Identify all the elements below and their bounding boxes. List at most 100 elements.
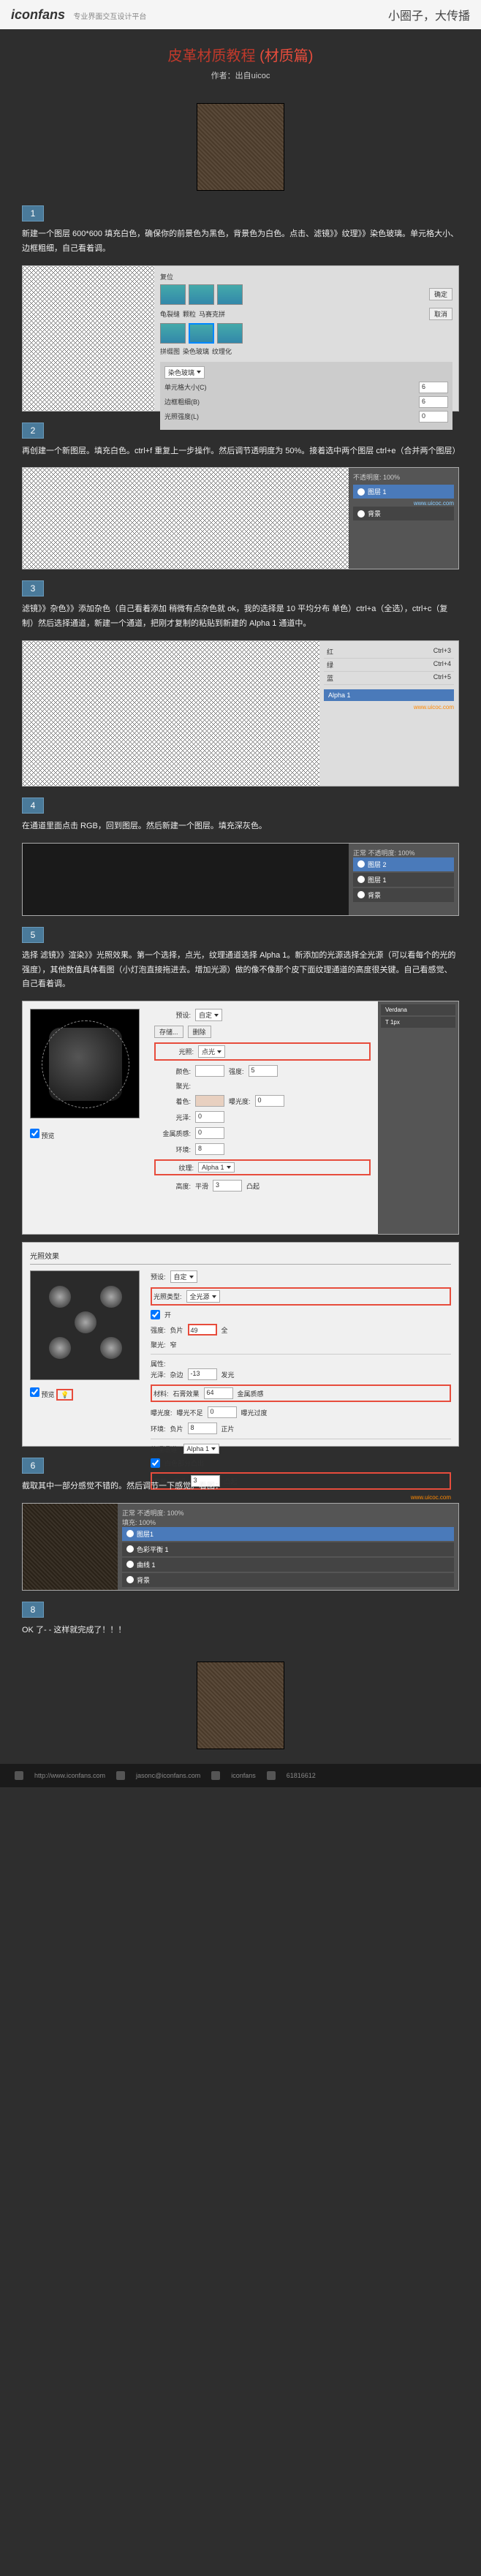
exposure-input[interactable]: 0 (208, 1406, 237, 1418)
footer-url[interactable]: http://www.iconfans.com (34, 1772, 105, 1779)
channel-item[interactable]: 蓝Ctrl+5 (324, 672, 454, 685)
step-2-badge: 2 (22, 423, 44, 439)
ok-button[interactable]: 确定 (429, 288, 452, 300)
eye-icon[interactable] (126, 1530, 134, 1537)
layer-row[interactable]: 背景 (353, 888, 454, 902)
layers-adjustments: 正常 不透明度: 100% 填充: 100% 图层1 色彩平衡 1 曲线 1 背… (118, 1504, 458, 1590)
alpha-channel[interactable]: Alpha 1 (324, 689, 454, 701)
exposure-label: 曝光度: (229, 1096, 251, 1106)
exposure-label: 曝光度: (151, 1408, 173, 1417)
light-source[interactable] (100, 1286, 122, 1308)
filter-thumb[interactable] (160, 323, 186, 344)
layers-panel: 正常 不透明度: 100% 图层 2 图层 1 背景 (349, 844, 458, 915)
preview-label: 预览 (42, 1132, 55, 1140)
save-button[interactable]: 存储... (154, 1026, 183, 1038)
mode-label[interactable]: 正常 (122, 1509, 135, 1517)
texture-dropdown[interactable]: Alpha 1 (198, 1162, 235, 1173)
layer-row[interactable]: 图层 1 (353, 873, 454, 887)
eye-icon[interactable] (126, 1561, 134, 1568)
height-input[interactable]: 3 (213, 1180, 242, 1192)
lighting-settings: 预设:自定 存储...删除 光照:点光 颜色:强度:5 聚光: 着色:曝光度:0… (147, 1001, 378, 1234)
light-intensity-input[interactable]: 0 (419, 411, 448, 423)
material-input[interactable]: 64 (204, 1387, 233, 1399)
on-label: 开 (164, 1310, 171, 1319)
title-section: 皮革材质教程 (材质篇) 作者：出自uicoc (0, 29, 481, 88)
channel-item[interactable]: 红Ctrl+3 (324, 645, 454, 659)
eye-icon[interactable] (357, 876, 365, 883)
layer-row[interactable]: 背景 (353, 507, 454, 520)
preview-checkbox[interactable] (30, 1129, 39, 1138)
light-type-dropdown[interactable]: 点光 (198, 1045, 225, 1058)
screenshot-5: 预览 预设:自定 存储...删除 光照:点光 颜色:强度:5 聚光: 着色:曝光… (22, 1001, 459, 1235)
adjustment-row[interactable]: 曲线 1 (122, 1558, 454, 1572)
eye-icon[interactable] (126, 1545, 134, 1553)
layer-row[interactable]: 图层1 (122, 1527, 454, 1541)
filter-thumb[interactable] (217, 323, 243, 344)
footer-weibo[interactable]: iconfans (231, 1772, 256, 1779)
filter-thumb[interactable] (189, 284, 214, 305)
gloss-input[interactable]: -13 (188, 1368, 217, 1380)
layer-name: 图层 1 (368, 875, 387, 884)
watermark: www.uicoc.com (324, 704, 454, 711)
channel-item[interactable]: 绿Ctrl+4 (324, 659, 454, 672)
delete-button[interactable]: 删除 (188, 1026, 211, 1038)
final-result (197, 1662, 284, 1749)
merged-preview (23, 468, 349, 569)
opacity-label: 不透明度: (353, 474, 382, 481)
cell-size-input[interactable]: 6 (419, 382, 448, 393)
tex-ch-dropdown[interactable]: Alpha 1 (183, 1444, 220, 1454)
white-high-checkbox[interactable] (151, 1458, 160, 1468)
light-source[interactable] (49, 1286, 71, 1308)
light-source[interactable] (100, 1337, 122, 1359)
layer-row[interactable]: 图层 1 (353, 485, 454, 499)
texture-label: 纹理: (157, 1163, 194, 1173)
gloss-input[interactable]: 0 (195, 1111, 224, 1123)
watermark: www.uicoc.com (151, 1494, 451, 1501)
intensity-input[interactable]: 5 (249, 1065, 278, 1077)
title-red: (材质篇) (260, 48, 313, 64)
metal-input[interactable]: 0 (195, 1127, 224, 1139)
eye-icon[interactable] (126, 1576, 134, 1583)
opacity-val: 不透明度: 100% (137, 1509, 184, 1517)
preset-label: 预设: (154, 1010, 191, 1020)
layer-name: 图层 2 (368, 860, 387, 869)
type-dropdown[interactable]: 全光源 (186, 1290, 220, 1303)
header-slogan: 小圈子，大传播 (388, 6, 470, 23)
filter-thumb[interactable] (217, 284, 243, 305)
light-gizmo[interactable] (42, 1020, 129, 1108)
blend-mode[interactable]: 正常 (353, 849, 366, 857)
bump-label: 凸起 (224, 1477, 238, 1486)
eye-icon[interactable] (357, 510, 365, 518)
eye-icon[interactable] (357, 488, 365, 496)
gloss-label: 光泽: (154, 1113, 191, 1122)
ambient-label: 环境: (154, 1145, 191, 1154)
on-checkbox[interactable] (151, 1310, 160, 1319)
filter-thumb-selected[interactable] (189, 323, 214, 344)
light-source[interactable] (75, 1311, 96, 1333)
adjustment-row[interactable]: 色彩平衡 1 (122, 1542, 454, 1556)
layer-row[interactable]: 图层 2 (353, 857, 454, 871)
author-name: 出自uicoc (235, 72, 270, 80)
exposure-input[interactable]: 0 (255, 1095, 284, 1107)
eye-icon[interactable] (357, 891, 365, 898)
preset-dropdown[interactable]: 自定 (170, 1270, 197, 1283)
dye-swatch[interactable] (195, 1095, 224, 1107)
focus-label: 聚光: (151, 1340, 166, 1349)
filter-dropdown[interactable]: 染色玻璃 (164, 366, 205, 379)
eye-icon[interactable] (357, 860, 365, 868)
preview-checkbox[interactable] (30, 1387, 39, 1397)
layer-row[interactable]: 背景 (122, 1573, 454, 1587)
border-input[interactable]: 6 (419, 396, 448, 408)
footer-email[interactable]: jasonc@iconfans.com (136, 1772, 200, 1779)
lighting-preview (30, 1270, 140, 1380)
ambient-input[interactable]: 8 (195, 1143, 224, 1155)
preset-dropdown[interactable]: 自定 (195, 1009, 222, 1021)
intensity-input[interactable]: 49 (188, 1324, 217, 1336)
filter-thumb[interactable] (160, 284, 186, 305)
color-swatch[interactable] (195, 1065, 224, 1077)
result-preview (197, 103, 284, 191)
light-source[interactable] (49, 1337, 71, 1359)
cancel-button[interactable]: 取消 (429, 308, 452, 320)
ambient-input[interactable]: 8 (188, 1423, 217, 1434)
footer-qq[interactable]: 61816612 (287, 1772, 316, 1779)
